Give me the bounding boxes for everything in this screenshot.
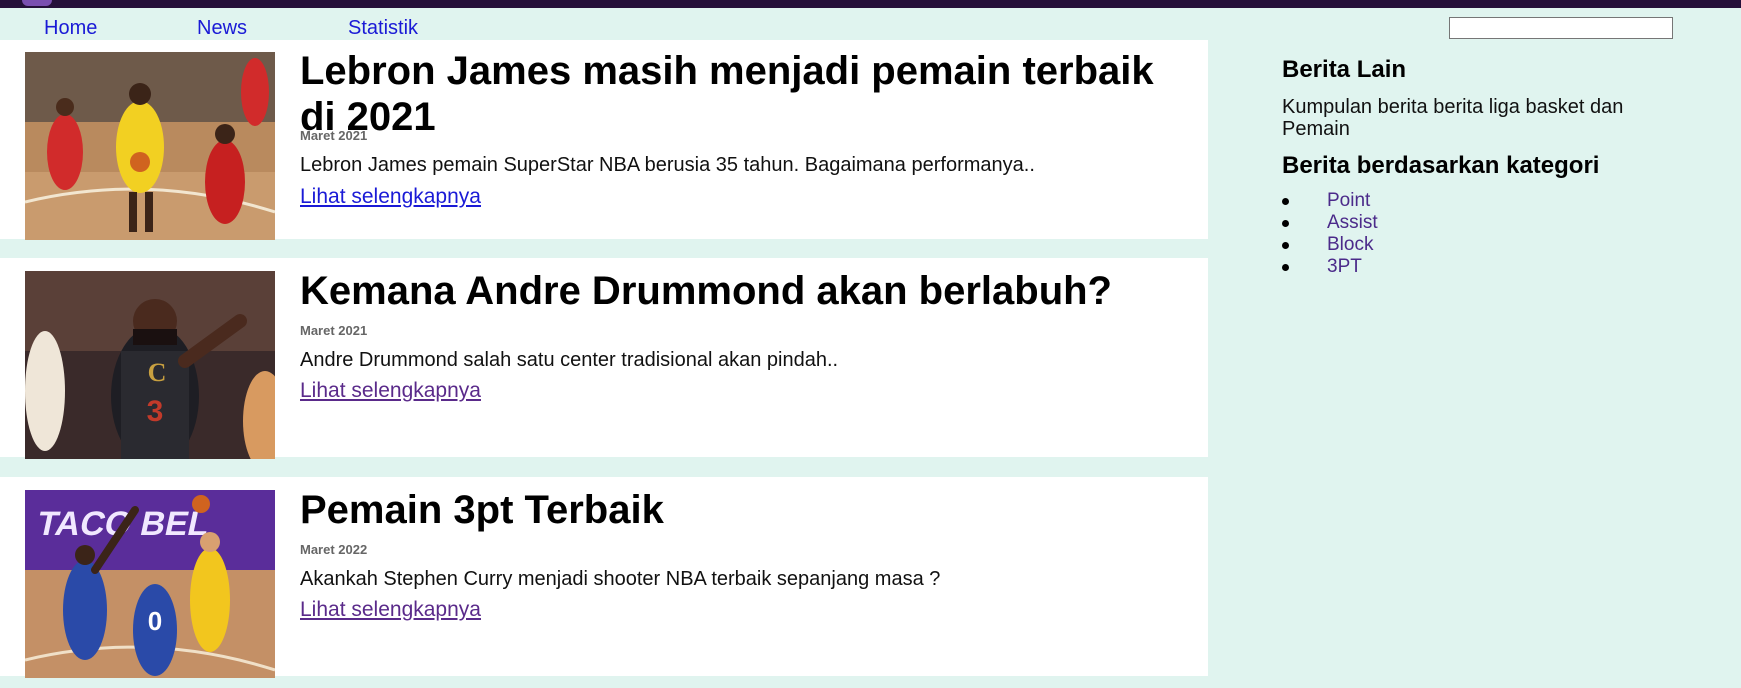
svg-text:3: 3 [147,395,164,428]
cavaliers-player-photo-icon: 3 C [25,271,275,459]
nav-statistik-link[interactable]: Statistik [348,17,418,40]
svg-text:C: C [148,358,167,387]
bullet-icon [1282,242,1289,249]
article-card: TACO BEL 0 Pemain 3pt Terbaik Maret 2022… [0,477,1208,678]
category-point-link[interactable]: Point [1327,190,1370,212]
article-excerpt: Akankah Stephen Curry menjadi shooter NB… [300,568,941,590]
category-3pt-link[interactable]: 3PT [1327,256,1362,278]
sidebar-heading-categories: Berita berdasarkan kategori [1282,152,1600,179]
sidebar-description: Kumpulan berita berita liga basket dan P… [1282,96,1624,140]
list-item: Block [1282,234,1682,256]
list-item: 3PT [1282,256,1682,278]
lakers-player-photo-icon [25,52,275,240]
article-title: Kemana Andre Drummond akan berlabuh? [300,269,1112,313]
read-more-link[interactable]: Lihat selengkapnya [300,185,481,209]
bullet-icon [1282,264,1289,271]
article-excerpt: Andre Drummond salah satu center tradisi… [300,349,839,371]
svg-text:0: 0 [148,606,162,636]
article-title: Lebron James masih menjadi pemain terbai… [300,49,1154,139]
category-list: Point Assist Block 3PT [1282,190,1682,278]
article-date: Maret 2021 [300,323,368,338]
sidebar-heading-other-news: Berita Lain [1282,56,1407,83]
article-date: Maret 2022 [300,542,368,557]
search-input[interactable] [1449,17,1673,39]
bullet-icon [1282,220,1289,227]
bullet-icon [1282,198,1289,205]
list-item: Assist [1282,212,1682,234]
article-card: 3 C Kemana Andre Drummond akan berlabuh?… [0,258,1208,459]
logo-icon[interactable] [22,0,52,6]
article-date: Maret 2021 [300,128,368,143]
read-more-link[interactable]: Lihat selengkapnya [300,598,481,622]
category-assist-link[interactable]: Assist [1327,212,1378,234]
read-more-link[interactable]: Lihat selengkapnya [300,379,481,403]
article-card: Lebron James masih menjadi pemain terbai… [0,40,1208,240]
nav-news-link[interactable]: News [197,17,247,40]
article-excerpt: Lebron James pemain SuperStar NBA berusi… [300,154,1035,176]
top-bar [0,0,1741,8]
nav-home-link[interactable]: Home [44,17,97,40]
article-title: Pemain 3pt Terbaik [300,488,664,532]
allstar-shooter-photo-icon: TACO BEL 0 [25,490,275,678]
category-block-link[interactable]: Block [1327,234,1373,256]
sidebar: Berita Lain Kumpulan berita berita liga … [1282,56,1682,278]
list-item: Point [1282,190,1682,212]
